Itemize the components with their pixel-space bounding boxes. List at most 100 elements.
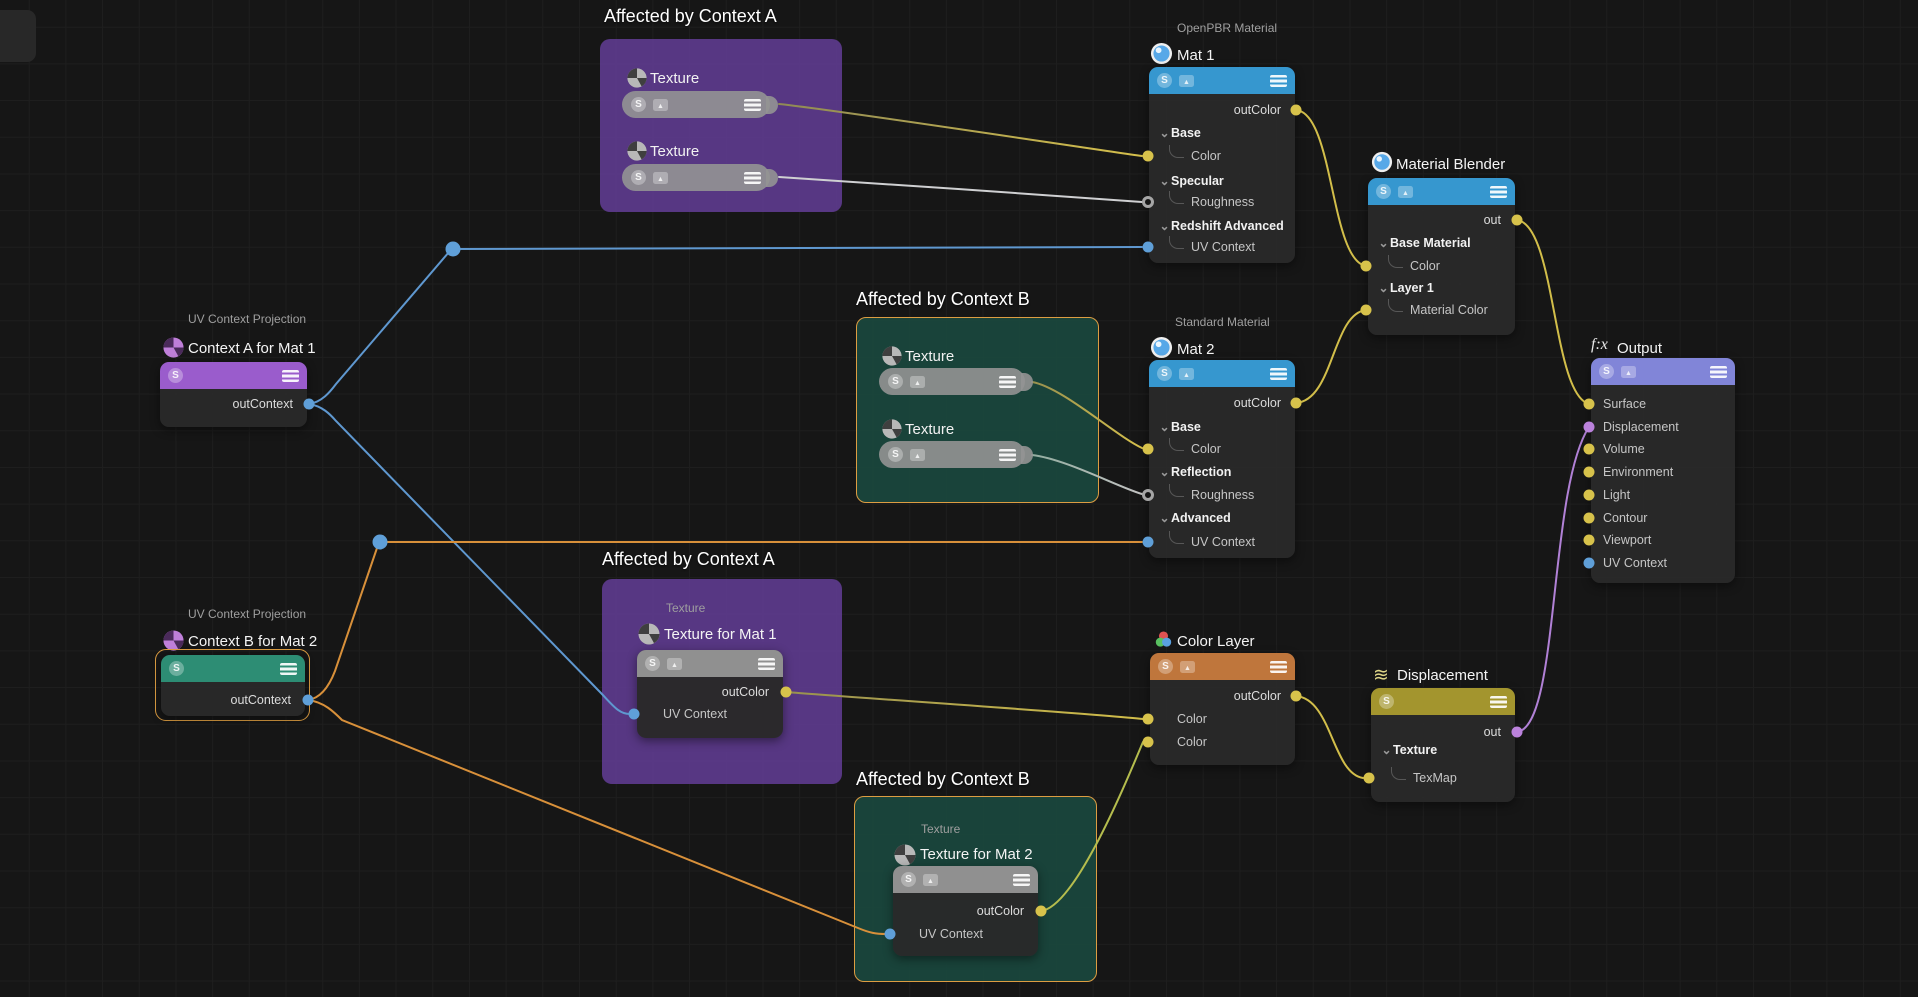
chevron-down-icon[interactable]: ⌄: [1158, 514, 1171, 522]
port-colorlayer-color2-in[interactable]: [1143, 737, 1154, 748]
outcolor-row: outColor: [637, 682, 783, 702]
port-colorlayer-outcolor[interactable]: [1291, 691, 1302, 702]
port-ctxa-outcontext[interactable]: [304, 399, 315, 410]
wire-ctxA-to-texM1-uvcontext[interactable]: [309, 404, 630, 714]
node-texture-for-mat1[interactable]: S ▲ outColor UV Context: [637, 650, 783, 738]
port-blender-materialcolor-in[interactable]: [1361, 305, 1372, 316]
texture-node-texA2[interactable]: S ▲: [622, 164, 770, 191]
port-mat1-outcolor[interactable]: [1291, 105, 1302, 116]
chevron-down-icon[interactable]: ⌄: [1380, 746, 1393, 754]
port-texm1-uvcontext-in[interactable]: [629, 709, 640, 720]
chevron-down-icon[interactable]: ⌄: [1158, 222, 1171, 230]
port-output-contour-in[interactable]: [1584, 513, 1595, 524]
wire-ctxB-to-junction[interactable]: [308, 548, 377, 700]
port-blender-color-in[interactable]: [1361, 261, 1372, 272]
chevron-down-icon[interactable]: ⌄: [1377, 284, 1390, 292]
menu-icon[interactable]: [999, 449, 1016, 461]
section-base-material[interactable]: ⌄Base Material: [1368, 233, 1515, 253]
wire-mat2-to-blender-materialcolor[interactable]: [1296, 310, 1366, 403]
menu-icon[interactable]: [280, 663, 297, 675]
menu-icon[interactable]: [744, 99, 761, 111]
port-mat2-color-in[interactable]: [1143, 444, 1154, 455]
port-output-surface-in[interactable]: [1584, 399, 1595, 410]
menu-icon[interactable]: [1490, 696, 1507, 708]
node-header[interactable]: S: [1371, 688, 1515, 715]
port-colorlayer-color1-in[interactable]: [1143, 714, 1154, 725]
port-texm2-uvcontext-in[interactable]: [885, 929, 896, 940]
port-output-uvcontext-in[interactable]: [1584, 558, 1595, 569]
node-color-layer[interactable]: S ▲ outColor Color Color: [1150, 653, 1295, 765]
port-blender-out[interactable]: [1512, 215, 1523, 226]
node-header[interactable]: S ▲: [1591, 358, 1735, 385]
texture-node-texA1[interactable]: S ▲: [622, 91, 770, 118]
port-output-displacement-in[interactable]: [1584, 422, 1595, 433]
texture-node-texB2[interactable]: S ▲: [879, 441, 1025, 468]
port-displacement-out[interactable]: [1512, 727, 1523, 738]
node-header[interactable]: S ▲: [1150, 653, 1295, 680]
menu-icon[interactable]: [1270, 75, 1287, 87]
section-advanced[interactable]: ⌄Advanced: [1149, 508, 1295, 528]
texture-node-texB1[interactable]: S ▲: [879, 368, 1025, 395]
wire-colorlayer-to-displacement-texmap[interactable]: [1296, 696, 1363, 778]
wire-mat1-to-blender-color[interactable]: [1296, 110, 1366, 266]
chevron-down-icon[interactable]: ⌄: [1158, 177, 1171, 185]
section-texture[interactable]: ⌄Texture: [1371, 740, 1515, 760]
node-header[interactable]: S ▲: [1149, 67, 1295, 94]
node-header[interactable]: S ▲: [1149, 360, 1295, 387]
port-displacement-texmap-in[interactable]: [1364, 773, 1375, 784]
menu-icon[interactable]: [999, 376, 1016, 388]
node-material-blender[interactable]: S ▲ out ⌄Base Material Color ⌄Layer 1 Ma…: [1368, 178, 1515, 335]
menu-icon[interactable]: [758, 658, 775, 670]
wire-ctxA-to-junction[interactable]: [309, 252, 449, 404]
port-output-viewport-in[interactable]: [1584, 535, 1595, 546]
port-ctxb-outcontext[interactable]: [303, 695, 314, 706]
port-mat2-outcolor[interactable]: [1291, 398, 1302, 409]
port-texm1-outcolor[interactable]: [781, 687, 792, 698]
menu-icon[interactable]: [1710, 366, 1727, 378]
chevron-down-icon[interactable]: ⌄: [1377, 239, 1390, 247]
port-output-light-in[interactable]: [1584, 490, 1595, 501]
port-mat2-uvcontext-in[interactable]: [1143, 537, 1154, 548]
chevron-down-icon[interactable]: ⌄: [1158, 468, 1171, 476]
port-mat1-color-in[interactable]: [1143, 151, 1154, 162]
node-header[interactable]: S ▲: [893, 866, 1038, 893]
chevron-down-icon[interactable]: ⌄: [1158, 423, 1171, 431]
port-texm2-outcolor[interactable]: [1036, 906, 1047, 917]
node-context-a[interactable]: S outContext: [160, 362, 307, 427]
node-header[interactable]: S ▲: [637, 650, 783, 677]
partial-offscreen-node[interactable]: [0, 10, 36, 62]
chevron-down-icon[interactable]: ⌄: [1158, 129, 1171, 137]
wire-junction-dot-blue[interactable]: [446, 242, 461, 257]
menu-icon[interactable]: [1490, 186, 1507, 198]
section-reflection[interactable]: ⌄Reflection: [1149, 462, 1295, 482]
wire-junction-to-mat1-uvcontext[interactable]: [453, 247, 1142, 249]
node-output[interactable]: S ▲ Surface Displacement Volume Environm…: [1591, 358, 1735, 583]
node-mat1[interactable]: S ▲ outColor ⌄Base Color ⌄Specular Rough…: [1149, 67, 1295, 263]
port-mat1-uvcontext-in[interactable]: [1143, 242, 1154, 253]
section-base[interactable]: ⌄Base: [1149, 417, 1295, 437]
port-output-environment-in[interactable]: [1584, 467, 1595, 478]
port-output-volume-in[interactable]: [1584, 444, 1595, 455]
node-texture-for-mat2[interactable]: S ▲ outColor UV Context: [893, 866, 1038, 956]
menu-icon[interactable]: [1270, 368, 1287, 380]
node-mat2[interactable]: S ▲ outColor ⌄Base Color ⌄Reflection Rou…: [1149, 360, 1295, 558]
menu-icon[interactable]: [744, 172, 761, 184]
section-specular[interactable]: ⌄Specular: [1149, 171, 1295, 191]
section-redshift-advanced[interactable]: ⌄Redshift Advanced: [1149, 216, 1295, 236]
section-base[interactable]: ⌄Base: [1149, 123, 1295, 143]
menu-icon[interactable]: [1013, 874, 1030, 886]
section-layer-1[interactable]: ⌄Layer 1: [1368, 278, 1515, 298]
wire-blender-to-output-surface[interactable]: [1517, 220, 1589, 404]
node-displacement[interactable]: S out ⌄Texture TexMap: [1371, 688, 1515, 802]
node-header[interactable]: S: [161, 655, 305, 682]
node-editor-canvas[interactable]: Affected by Context A Affected by Contex…: [0, 0, 1918, 997]
wire-junction-dot-orange-net[interactable]: [373, 535, 388, 550]
menu-icon[interactable]: [282, 370, 299, 382]
menu-icon[interactable]: [1270, 661, 1287, 673]
node-context-b[interactable]: S outContext: [161, 655, 305, 716]
node-header[interactable]: S: [160, 362, 307, 389]
port-mat1-roughness-in[interactable]: [1142, 196, 1154, 208]
port-mat2-roughness-in[interactable]: [1142, 489, 1154, 501]
node-header[interactable]: S ▲: [1368, 178, 1515, 205]
wire-displacement-to-output-displacement[interactable]: [1517, 427, 1589, 732]
